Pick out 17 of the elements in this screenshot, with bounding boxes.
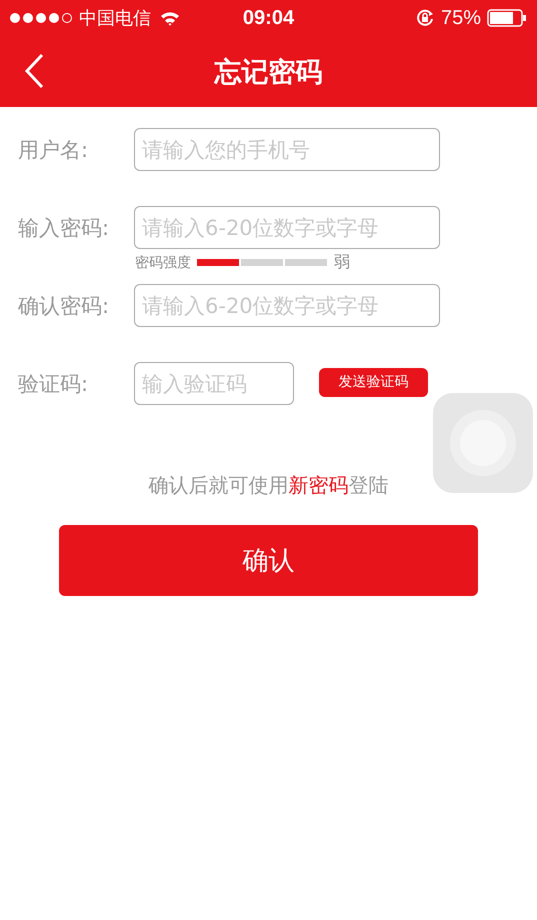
field-label: 确认密码: — [18, 292, 110, 320]
battery-percent: 75% — [440, 6, 481, 30]
strength-label: 密码强度 — [135, 254, 191, 272]
back-icon[interactable] — [24, 53, 44, 89]
rotation-lock-icon — [414, 8, 435, 28]
hint-text: 确认后就可使用新密码登陆 — [148, 472, 390, 499]
page-title: 忘记密码 — [214, 56, 322, 90]
field-label: 输入密码: — [18, 214, 110, 242]
wifi-icon — [160, 10, 180, 26]
battery-icon — [487, 9, 527, 27]
status-time: 09:04 — [242, 6, 294, 30]
strength-value: 弱 — [334, 252, 350, 273]
field-label: 用户名: — [18, 136, 90, 164]
confirm-button[interactable]: 确认 — [59, 525, 478, 596]
carrier-name: 中国电信 — [79, 7, 151, 30]
field-label: 验证码: — [18, 370, 90, 398]
send-code-button[interactable]: 发送验证码 — [319, 368, 428, 396]
